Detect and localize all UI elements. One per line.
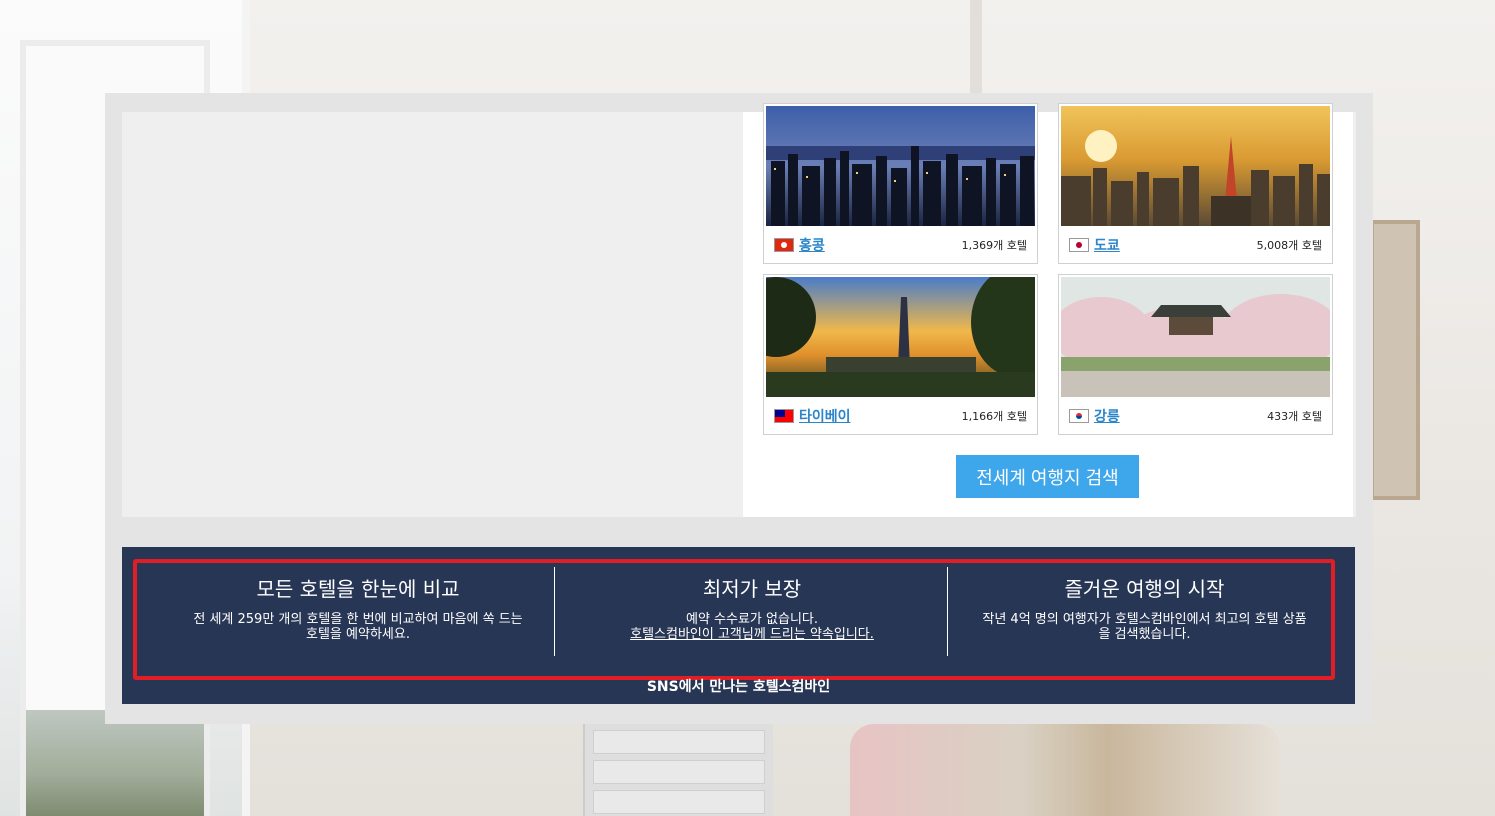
destination-meta: 도쿄 5,008개 호텔 (1059, 227, 1332, 263)
destination-meta: 강릉 433개 호텔 (1059, 398, 1332, 434)
hotel-count: 1,369개 호텔 (961, 239, 1027, 252)
feature-description: 작년 4억 명의 여행자가 호텔스컴바인에서 최고의 호텔 상품 을 검색했습니… (957, 612, 1332, 642)
column-divider (947, 567, 948, 656)
feature-title: 즐거운 여행의 시작 (1064, 577, 1225, 601)
hongkong-photo (766, 106, 1035, 226)
column-divider (554, 567, 555, 656)
destination-card-tokyo[interactable]: 도쿄 5,008개 호텔 (1058, 103, 1333, 264)
feature-title: 최저가 보장 (702, 577, 802, 601)
feature-travel-start: 즐거운 여행의 시작 작년 4억 명의 여행자가 호텔스컴바인에서 최고의 호텔… (957, 567, 1332, 656)
sns-heading: SNS에서 만나는 호텔스컴바인 (646, 679, 831, 695)
destination-card-hongkong[interactable]: 홍콩 1,369개 호텔 (763, 103, 1038, 264)
feature-line: 예약 수수료가 없습니다. (686, 612, 818, 627)
destination-meta: 홍콩 1,369개 호텔 (764, 227, 1037, 263)
background-drawer (593, 790, 765, 814)
tokyo-sunset-image (1061, 106, 1330, 226)
feature-banner: 모든 호텔을 한눈에 비교 전 세계 259만 개의 호텔을 한 번에 비교하여… (122, 547, 1355, 704)
promise-link[interactable]: 호텔스컴바인이 고객님께 드리는 약속입니다. (630, 627, 874, 642)
background-wall-corner (970, 0, 982, 95)
destination-link-gangneung[interactable]: 강릉 (1094, 406, 1120, 426)
popular-destinations: 홍콩 1,369개 호텔 도쿄 5,008개 호텔 타이베이 1,166개 호텔… (743, 103, 1353, 517)
hongkong-skyline-image (766, 106, 1035, 226)
gangneung-photo (1061, 277, 1330, 397)
destination-link-tokyo[interactable]: 도쿄 (1094, 235, 1120, 255)
destination-meta: 타이베이 1,166개 호텔 (764, 398, 1037, 434)
feature-compare: 모든 호텔을 한눈에 비교 전 세계 259만 개의 호텔을 한 번에 비교하여… (172, 567, 544, 656)
taipei-photo (766, 277, 1035, 397)
tokyo-photo (1061, 106, 1330, 226)
hotel-count: 5,008개 호텔 (1256, 239, 1322, 252)
background-dresser (583, 724, 773, 816)
destination-link-hongkong[interactable]: 홍콩 (799, 235, 825, 255)
background-pillows (850, 724, 1280, 816)
content-panel: 홍콩 1,369개 호텔 도쿄 5,008개 호텔 타이베이 1,166개 호텔… (105, 93, 1373, 724)
background-drawer (593, 730, 765, 754)
feature-title: 모든 호텔을 한눈에 비교 (256, 577, 460, 601)
feature-description: 예약 수수료가 없습니다. 호텔스컴바인이 고객님께 드리는 약속입니다. (562, 612, 942, 642)
feature-lowest-price: 최저가 보장 예약 수수료가 없습니다. 호텔스컴바인이 고객님께 드리는 약속… (562, 567, 942, 656)
destination-card-taipei[interactable]: 타이베이 1,166개 호텔 (763, 274, 1038, 435)
tw-flag-icon (774, 409, 794, 423)
destination-link-taipei[interactable]: 타이베이 (799, 406, 851, 426)
hotel-count: 433개 호텔 (1267, 410, 1322, 423)
hotel-count: 1,166개 호텔 (961, 410, 1027, 423)
feature-line: 작년 4억 명의 여행자가 호텔스컴바인에서 최고의 호텔 상품 (982, 612, 1307, 627)
background-picture-frame (1370, 220, 1420, 500)
feature-line: 호텔을 예약하세요. (306, 627, 410, 642)
background-trees (26, 710, 204, 816)
feature-line: 전 세계 259만 개의 호텔을 한 번에 비교하여 마음에 쏙 드는 (193, 612, 523, 627)
worldwide-destination-search-button[interactable]: 전세계 여행지 검색 (956, 455, 1139, 498)
kr-flag-icon (1069, 409, 1089, 423)
gangneung-blossom-image (1061, 277, 1330, 397)
taipei-skyline-image (766, 277, 1035, 397)
jp-flag-icon (1069, 238, 1089, 252)
destination-card-gangneung[interactable]: 강릉 433개 호텔 (1058, 274, 1333, 435)
feature-description: 전 세계 259만 개의 호텔을 한 번에 비교하여 마음에 쏙 드는 호텔을 … (172, 612, 544, 642)
hk-flag-icon (774, 238, 794, 252)
feature-line: 을 검색했습니다. (1098, 627, 1191, 642)
background-drawer (593, 760, 765, 784)
